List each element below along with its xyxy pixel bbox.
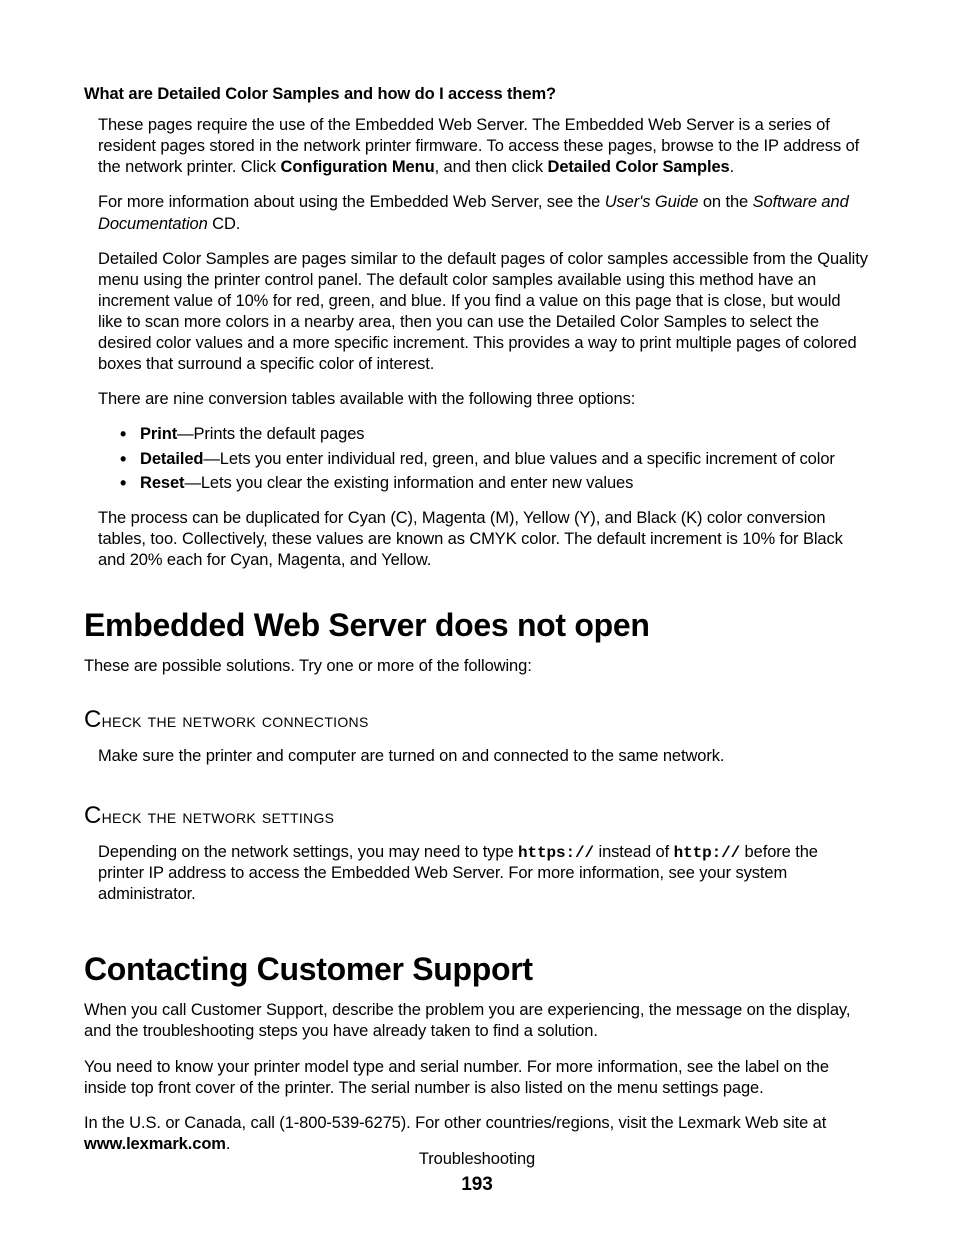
bold-term-detailed-color-samples: Detailed Color Samples bbox=[548, 158, 730, 176]
check-connections-body: Make sure the printer and computer are t… bbox=[98, 746, 868, 767]
section-heading-ews: Embedded Web Server does not open bbox=[84, 605, 868, 646]
section-heading-contact: Contacting Customer Support bbox=[84, 949, 868, 990]
bold-term-config-menu: Configuration Menu bbox=[281, 158, 435, 176]
text-run: , and then click bbox=[435, 158, 548, 176]
faq-paragraph-1: These pages require the use of the Embed… bbox=[98, 115, 868, 178]
code-https: https:// bbox=[518, 844, 594, 862]
subsection-check-connections: Check the network connections bbox=[84, 705, 868, 736]
list-desc: —Lets you clear the existing information… bbox=[184, 474, 633, 492]
faq-paragraph-3: Detailed Color Samples are pages similar… bbox=[98, 249, 868, 376]
text-run: Depending on the network settings, you m… bbox=[98, 843, 518, 861]
list-item: Detailed—Lets you enter individual red, … bbox=[98, 449, 868, 470]
list-desc: —Prints the default pages bbox=[177, 425, 364, 443]
page-footer: Troubleshooting 193 bbox=[0, 1149, 954, 1197]
text-run: . bbox=[730, 158, 734, 176]
text-run: on the bbox=[698, 193, 752, 211]
italic-term-users-guide: User's Guide bbox=[605, 193, 699, 211]
text-run: CD. bbox=[208, 215, 241, 233]
dropcap: C bbox=[84, 802, 102, 829]
contact-paragraph-2: You need to know your printer model type… bbox=[84, 1057, 868, 1099]
footer-page-number: 193 bbox=[0, 1173, 954, 1197]
dropcap: C bbox=[84, 706, 102, 733]
list-term: Detailed bbox=[140, 450, 203, 468]
faq-paragraph-5: The process can be duplicated for Cyan (… bbox=[98, 508, 868, 571]
list-item: Reset—Lets you clear the existing inform… bbox=[98, 473, 868, 494]
code-http: http:// bbox=[674, 844, 741, 862]
subsection-check-settings: Check the network settings bbox=[84, 801, 868, 832]
document-page: What are Detailed Color Samples and how … bbox=[0, 0, 954, 1235]
contact-paragraph-1: When you call Customer Support, describe… bbox=[84, 1000, 868, 1042]
faq-paragraph-4: There are nine conversion tables availab… bbox=[98, 389, 868, 410]
list-item: Print—Prints the default pages bbox=[98, 424, 868, 445]
subsection-rest: heck the network connections bbox=[102, 710, 369, 732]
text-run: In the U.S. or Canada, call (1-800-539-6… bbox=[84, 1114, 826, 1132]
faq-paragraph-2: For more information about using the Emb… bbox=[98, 192, 868, 234]
faq-question: What are Detailed Color Samples and how … bbox=[84, 84, 868, 105]
subsection-rest: heck the network settings bbox=[102, 806, 335, 828]
list-desc: —Lets you enter individual red, green, a… bbox=[203, 450, 834, 468]
ews-lead-text: These are possible solutions. Try one or… bbox=[84, 656, 868, 677]
options-list: Print—Prints the default pages Detailed—… bbox=[98, 424, 868, 493]
list-term: Reset bbox=[140, 474, 184, 492]
footer-section-title: Troubleshooting bbox=[0, 1149, 954, 1170]
text-run: instead of bbox=[594, 843, 674, 861]
check-settings-body: Depending on the network settings, you m… bbox=[98, 842, 868, 906]
text-run: For more information about using the Emb… bbox=[98, 193, 605, 211]
list-term: Print bbox=[140, 425, 177, 443]
